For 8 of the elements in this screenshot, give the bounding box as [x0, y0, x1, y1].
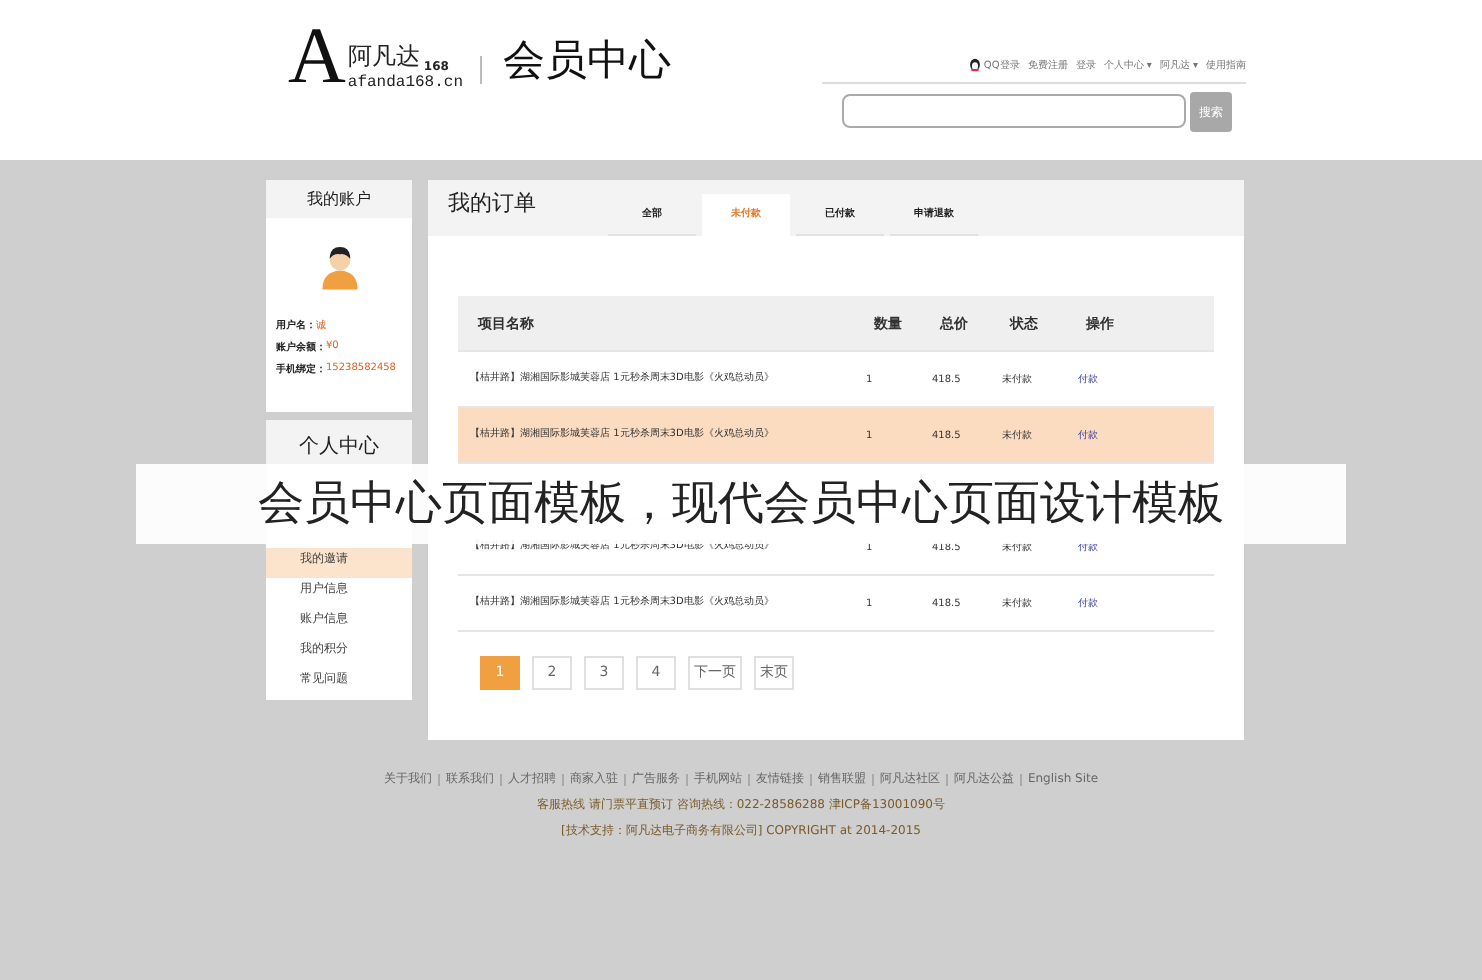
logo-letter: A — [288, 20, 346, 92]
penguin-icon — [967, 56, 982, 72]
logo-domain: afanda168.cn — [347, 74, 463, 92]
search-field[interactable] — [842, 94, 1186, 128]
card-title: 我的账户 — [266, 180, 412, 218]
panel-title: 我的订单 — [448, 188, 536, 218]
logo-name: 阿凡达 — [347, 40, 420, 74]
page-title: 会员中心 — [503, 34, 671, 88]
